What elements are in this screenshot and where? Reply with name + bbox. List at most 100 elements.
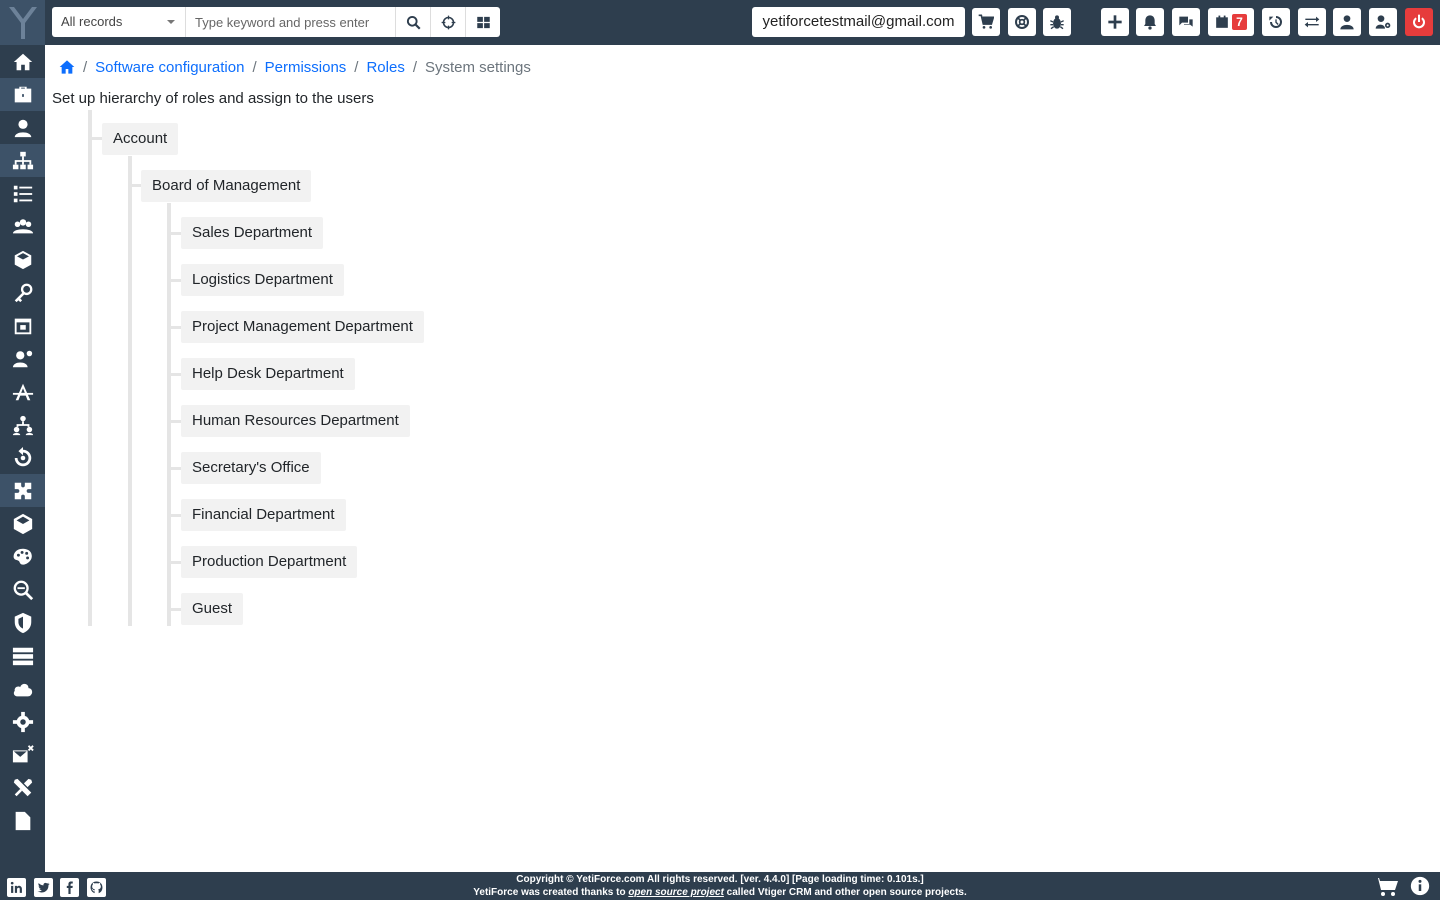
role-node[interactable]: Financial Department — [181, 499, 346, 531]
cloud-icon — [13, 683, 32, 696]
notifications-button[interactable] — [1136, 8, 1164, 36]
page-subtitle: Set up hierarchy of roles and assign to … — [52, 90, 374, 107]
history-button[interactable] — [1262, 8, 1290, 36]
role-node[interactable]: Project Management Department — [181, 311, 424, 343]
search-button[interactable] — [395, 7, 430, 37]
role-node[interactable]: Guest — [181, 593, 244, 625]
footer-credits: YetiForce was created thanks to open sou… — [473, 887, 967, 898]
footer-info-button[interactable] — [1410, 876, 1430, 900]
toolbox-icon — [14, 86, 31, 102]
grid-view-button[interactable] — [465, 7, 500, 37]
logout-button[interactable] — [1405, 8, 1433, 36]
sidebar-mail-x[interactable] — [0, 738, 45, 771]
cart-icon — [1374, 878, 1398, 896]
sidebar-user-cog[interactable] — [0, 342, 45, 375]
role-node[interactable]: Help Desk Department — [181, 358, 355, 390]
sidebar-roles[interactable] — [0, 144, 45, 177]
report-bug-button[interactable] — [1043, 8, 1071, 36]
bug-icon — [1050, 15, 1064, 30]
support-button[interactable] — [1008, 8, 1036, 36]
role-node[interactable]: Production Department — [181, 546, 358, 578]
user-icon — [14, 119, 31, 137]
sidebar-puzzle[interactable] — [0, 474, 45, 507]
footer-copyright: Copyright © YetiForce.com All rights res… — [516, 874, 924, 885]
sidebar-cube[interactable] — [0, 507, 45, 540]
crosshairs-icon — [441, 15, 455, 29]
home-icon — [13, 53, 32, 70]
tools-icon — [13, 778, 32, 796]
user-settings-button[interactable] — [1369, 8, 1397, 36]
role-node[interactable]: Sales Department — [181, 217, 324, 249]
chat-button[interactable] — [1172, 8, 1200, 36]
exchange-icon — [1304, 16, 1320, 28]
sidebar-calendar-lock[interactable] — [0, 309, 45, 342]
grid-icon — [476, 16, 490, 28]
role-node-account[interactable]: Account — [102, 123, 179, 155]
cogs-icon — [12, 711, 33, 732]
breadcrumb-roles[interactable]: Roles — [366, 59, 404, 76]
records-select[interactable]: All records — [52, 7, 185, 37]
role-node-board-of-management[interactable]: Board of Management — [141, 170, 312, 202]
users-icon — [12, 218, 33, 233]
sidebar-modules[interactable] — [0, 243, 45, 276]
top-navbar: All records yetiforcetestmail@gmail.com … — [45, 0, 1440, 45]
sidebar-server[interactable] — [0, 639, 45, 672]
user-icon — [1340, 15, 1354, 30]
palette-icon — [13, 548, 32, 565]
role-node[interactable]: Secretary's Office — [181, 452, 321, 484]
cube-icon — [13, 513, 32, 534]
shield-icon — [14, 612, 31, 633]
search-plus-icon — [13, 580, 33, 600]
file-icon — [15, 811, 30, 830]
sidebar-sync[interactable] — [0, 441, 45, 474]
sidebar-toolbox[interactable] — [0, 78, 45, 111]
footer: Copyright © YetiForce.com All rights res… — [0, 872, 1440, 900]
sidebar-groups[interactable] — [0, 210, 45, 243]
breadcrumb-software-configuration[interactable]: Software configuration — [95, 59, 244, 76]
user-cog-icon — [12, 350, 32, 367]
life-ring-icon — [1015, 15, 1029, 29]
sidebar-search-plus[interactable] — [0, 573, 45, 606]
user-cog-icon — [1375, 15, 1391, 29]
power-icon — [1413, 14, 1425, 29]
user-email-button[interactable]: yetiforcetestmail@gmail.com — [752, 7, 965, 37]
cart-button[interactable] — [972, 8, 1000, 36]
bell-icon — [1144, 15, 1156, 30]
home-icon[interactable] — [59, 59, 75, 75]
activity-icon — [12, 383, 33, 400]
sidebar-palette[interactable] — [0, 540, 45, 573]
user-tree-icon — [12, 415, 33, 435]
sidebar-user-tree[interactable] — [0, 408, 45, 441]
mail-x-icon — [12, 744, 34, 762]
sidebar-home[interactable] — [0, 45, 45, 78]
yetiforce-logo[interactable] — [0, 0, 45, 45]
sidebar-activity[interactable] — [0, 375, 45, 408]
switch-button[interactable] — [1298, 8, 1326, 36]
breadcrumb-current: System settings — [425, 58, 531, 76]
sidebar-list[interactable] — [0, 177, 45, 210]
open-source-project-link[interactable]: open source project — [628, 887, 724, 898]
footer-cart-button[interactable] — [1374, 877, 1400, 900]
sidebar-file[interactable] — [0, 804, 45, 837]
role-node[interactable]: Human Resources Department — [181, 405, 410, 437]
sidebar-cogs[interactable] — [0, 705, 45, 738]
sidebar-users[interactable] — [0, 111, 45, 144]
reminders-button[interactable]: 7 — [1208, 8, 1254, 36]
breadcrumb-permissions[interactable]: Permissions — [265, 59, 347, 76]
sync-icon — [14, 446, 31, 466]
sidebar-shield[interactable] — [0, 606, 45, 639]
sidebar-cloud[interactable] — [0, 672, 45, 705]
breadcrumb: / Software configuration / Permissions /… — [59, 57, 531, 77]
user-profile-button[interactable] — [1333, 8, 1361, 36]
sidebar-tools[interactable] — [0, 771, 45, 804]
advanced-search-button[interactable] — [430, 7, 465, 37]
quick-create-button[interactable] — [1101, 8, 1129, 36]
list-icon — [13, 185, 32, 202]
plus-icon — [1108, 15, 1122, 29]
sitemap-icon — [12, 151, 33, 169]
role-node[interactable]: Logistics Department — [181, 264, 344, 296]
key-icon — [14, 283, 32, 302]
search-input[interactable] — [185, 7, 395, 37]
sidebar-keys[interactable] — [0, 276, 45, 309]
server-icon — [12, 647, 33, 665]
